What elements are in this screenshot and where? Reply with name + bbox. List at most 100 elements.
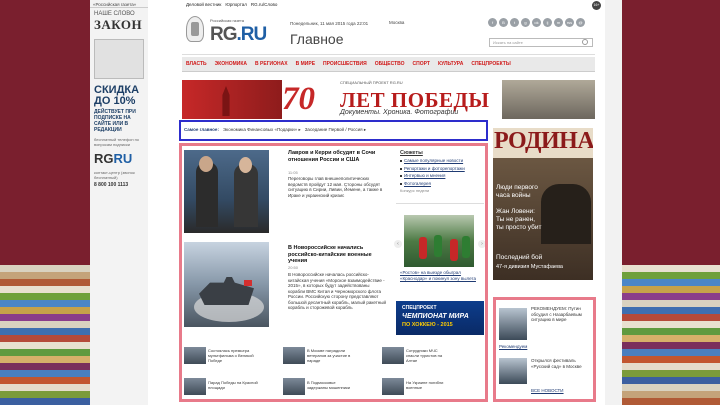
stripe <box>622 398 720 405</box>
ad-law-text: НАШЕ СЛОВО <box>94 11 135 17</box>
social-icon[interactable]: t <box>510 18 519 27</box>
topbar-link[interactable]: Деловой вестник <box>186 2 221 8</box>
stripe <box>622 335 720 342</box>
rodina-line: Последний бой <box>496 254 543 261</box>
stripe <box>0 391 90 398</box>
rodina-title: РОДИНА <box>493 128 593 158</box>
stripe <box>0 398 90 405</box>
ad-rg-logo: RGRU <box>90 149 148 168</box>
stripe <box>0 328 90 335</box>
social-icons: f В t g ok lj m rss @ <box>488 18 585 27</box>
ad-discount-sub: ДЕЙСТВУЕТ ПРИ ПОДПИСКЕ НА САЙТЕ ИЛИ В РЕ… <box>94 109 136 133</box>
page-title: Главное <box>290 31 344 47</box>
rodina-line: Жан Ловени: <box>496 208 535 215</box>
ad-discount: СКИДКА ДО 10% <box>94 84 140 107</box>
rodina-line: Люди первого <box>496 184 538 191</box>
coat-of-arms-icon <box>186 16 204 42</box>
stripe <box>0 342 90 349</box>
nav-item[interactable]: ЭКОНОМИКА <box>215 61 247 67</box>
background-stripes-right <box>622 265 720 405</box>
stripe <box>622 272 720 279</box>
social-icon[interactable]: f <box>488 18 497 27</box>
newspaper-image <box>94 39 144 79</box>
stripe <box>0 356 90 363</box>
ad-law-headline: ЗАКОН <box>94 17 143 32</box>
rodina-line: 47-я дивизия Мустафаева <box>496 264 563 270</box>
banner-photo <box>502 80 595 119</box>
topbar-link[interactable]: Юрпортал <box>225 2 247 8</box>
logo-ru: .RU <box>236 24 268 45</box>
banner-sub: СПЕЦИАЛЬНЫЙ ПРОЕКТ RG.RU <box>340 80 403 85</box>
nav-item[interactable]: ОБЩЕСТВО <box>375 61 405 67</box>
stripe <box>0 377 90 384</box>
city-select[interactable]: Москва <box>389 20 404 25</box>
rodina-soldier-image <box>541 184 591 244</box>
stripe <box>0 384 90 391</box>
stripe <box>0 307 90 314</box>
rodina-line: ты просто убит <box>496 224 542 231</box>
banner-number: 70 <box>282 81 315 117</box>
stripe <box>622 349 720 356</box>
date-line: Понедельник, 11 мая 2015 года 22:01 <box>290 21 369 26</box>
stripe <box>622 286 720 293</box>
rodina-magazine-ad[interactable]: РОДИНА Люди первого часа войны Жан Ловен… <box>493 128 593 280</box>
stripe <box>0 314 90 321</box>
stripe <box>622 377 720 384</box>
annotation-frame-main <box>179 143 488 402</box>
ad-rg-logo-a: RG <box>94 151 114 166</box>
social-icon[interactable]: В <box>499 18 508 27</box>
site-logo[interactable]: RG.RU <box>210 24 268 46</box>
page-edge <box>605 0 622 405</box>
stripe <box>622 363 720 370</box>
search-icon[interactable] <box>582 39 588 45</box>
annotation-frame-blue <box>179 120 488 141</box>
stripe <box>0 300 90 307</box>
stripe <box>0 335 90 342</box>
stripe <box>0 349 90 356</box>
stripe <box>622 307 720 314</box>
annotation-frame-side <box>493 297 596 402</box>
social-icon[interactable]: lj <box>543 18 552 27</box>
background-stripes-left <box>0 265 90 405</box>
nav-item[interactable]: В РЕГИОНАХ <box>255 61 288 67</box>
social-icon[interactable]: m <box>554 18 563 27</box>
logo-subtitle: Российская газета <box>210 18 244 23</box>
social-icon[interactable]: rss <box>565 18 574 27</box>
stripe <box>0 363 90 370</box>
stripe <box>622 265 720 272</box>
banner-kremlin-image <box>182 80 282 119</box>
topbar-link[interactable]: RG.ru/Слово <box>251 2 278 8</box>
stripe <box>0 272 90 279</box>
logo-rg: RG <box>210 24 237 45</box>
stripe <box>0 279 90 286</box>
left-ad-subscription[interactable]: «Российская газета» НАШЕ СЛОВО ЗАКОН СКИ… <box>90 0 148 405</box>
topbar: Деловой вестник Юрпортал RG.ru/Слово 16+ <box>182 0 605 10</box>
stripe <box>622 328 720 335</box>
stripe <box>622 321 720 328</box>
nav-item[interactable]: СПЕЦПРОЕКТЫ <box>471 61 510 67</box>
stripe <box>0 370 90 377</box>
nav-item[interactable]: В МИРЕ <box>296 61 315 67</box>
nav-item[interactable]: ВЛАСТЬ <box>186 61 207 67</box>
stripe <box>622 300 720 307</box>
ad-small-text: бесплатный телефон по вопросам подписки <box>94 137 140 147</box>
stripe <box>622 356 720 363</box>
social-icon[interactable]: @ <box>576 18 585 27</box>
stripe <box>0 286 90 293</box>
victory-banner[interactable]: 70 СПЕЦИАЛЬНЫЙ ПРОЕКТ RG.RU ЛЕТ ПОБЕДЫ Д… <box>182 80 595 119</box>
nav-item[interactable]: СПОРТ <box>413 61 430 67</box>
main-nav: ВЛАСТЬ ЭКОНОМИКА В РЕГИОНАХ В МИРЕ ПРОИС… <box>182 57 595 72</box>
ad-rg-logo-b: RU <box>113 151 133 166</box>
stripe <box>622 279 720 286</box>
nav-item[interactable]: КУЛЬТУРА <box>438 61 463 67</box>
nav-item[interactable]: ПРОИСШЕСТВИЯ <box>323 61 367 67</box>
ad-contact: контакт-центр (звонок бесплатный) <box>94 170 135 180</box>
social-icon[interactable]: g <box>521 18 530 27</box>
search-input[interactable]: Искать на сайте <box>489 38 593 47</box>
rodina-line: Ты не ранен, <box>496 216 536 223</box>
stripe <box>0 321 90 328</box>
stripe <box>622 342 720 349</box>
social-icon[interactable]: ok <box>532 18 541 27</box>
stripe <box>622 384 720 391</box>
header: Российская газета RG.RU Понедельник, 11 … <box>182 10 595 55</box>
